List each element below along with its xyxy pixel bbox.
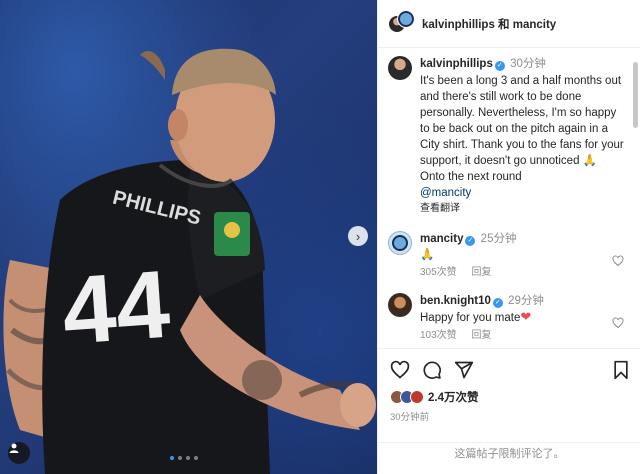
avatar bbox=[410, 390, 424, 404]
comment-time[interactable]: 29分钟 bbox=[508, 295, 544, 307]
post-side-panel: kalvinphillips 和 mancity kalvinphillips ✓… bbox=[377, 0, 640, 474]
caption-text-after: Onto the next round bbox=[420, 171, 522, 183]
collab-avatars[interactable] bbox=[388, 9, 415, 37]
avatar[interactable] bbox=[388, 293, 412, 317]
carousel-dot bbox=[186, 456, 190, 460]
caption-username[interactable]: kalvinphillips bbox=[420, 58, 493, 70]
caption-text: It's been a long 3 and a half months out… bbox=[420, 75, 624, 167]
comment-text: Happy for you mate bbox=[420, 312, 521, 324]
caption: kalvinphillips ✓ 30分钟 It's been a long 3 … bbox=[378, 48, 634, 217]
comments-list: kalvinphillips ✓ 30分钟 It's been a long 3 … bbox=[378, 48, 634, 348]
player-illustration: 44 PHILLIPS bbox=[3, 48, 376, 474]
user-tag-button[interactable] bbox=[8, 442, 30, 464]
carousel-dot bbox=[178, 456, 182, 460]
reply-button[interactable]: 回复 bbox=[471, 330, 491, 341]
comment-text: 🙏 bbox=[420, 249, 435, 261]
comment-likes[interactable]: 305次赞 bbox=[420, 267, 457, 278]
post-authors[interactable]: kalvinphillips 和 mancity bbox=[422, 16, 556, 32]
heart-icon[interactable] bbox=[390, 360, 410, 380]
share-icon[interactable] bbox=[454, 360, 474, 380]
comment-icon[interactable] bbox=[422, 360, 442, 380]
post-timestamp[interactable]: 30分钟前 bbox=[390, 409, 631, 423]
list-item: mancity ✓ 25分钟 🙏 305次赞 回复 bbox=[378, 217, 634, 281]
comment-time[interactable]: 25分钟 bbox=[481, 233, 517, 245]
comment-username[interactable]: ben.knight10 bbox=[420, 295, 491, 307]
liker-avatars[interactable] bbox=[390, 390, 424, 404]
translate-link[interactable]: 查看翻译 bbox=[420, 201, 624, 217]
post-photo[interactable]: 44 PHILLIPS › bbox=[0, 0, 377, 474]
save-icon[interactable] bbox=[611, 360, 631, 380]
likes-count[interactable]: 2.4万次赞 bbox=[428, 389, 479, 405]
verified-icon: ✓ bbox=[494, 61, 505, 71]
chevron-right-icon: › bbox=[355, 228, 361, 244]
caption-emoji: 🙏 bbox=[582, 155, 598, 167]
user-tag-icon bbox=[9, 443, 19, 453]
heart-icon[interactable] bbox=[612, 317, 624, 329]
avatar[interactable] bbox=[388, 231, 412, 255]
caption-mention[interactable]: @mancity bbox=[420, 185, 624, 201]
carousel-dot bbox=[170, 456, 174, 460]
post-actions: 2.4万次赞 30分钟前 bbox=[378, 348, 640, 423]
heart-icon[interactable] bbox=[612, 255, 624, 267]
comment-likes[interactable]: 103次赞 bbox=[420, 330, 457, 341]
carousel-next-button[interactable]: › bbox=[348, 226, 368, 246]
post-header: kalvinphillips 和 mancity bbox=[378, 0, 640, 48]
verified-icon: ✓ bbox=[465, 236, 476, 246]
reply-button[interactable]: 回复 bbox=[471, 267, 491, 278]
carousel-dot bbox=[194, 456, 198, 460]
avatar[interactable] bbox=[397, 9, 415, 28]
list-item: ben.knight10 ✓ 29分钟 Happy for you mate ❤ 1… bbox=[378, 281, 634, 344]
verified-icon: ✓ bbox=[492, 298, 503, 308]
comment-emoji: ❤ bbox=[520, 309, 532, 324]
comment-username[interactable]: mancity bbox=[420, 233, 463, 245]
carousel-dots bbox=[170, 456, 198, 460]
scrollbar[interactable] bbox=[633, 62, 638, 128]
avatar[interactable] bbox=[388, 56, 412, 80]
comments-disabled-notice: 这篇帖子限制评论了。 bbox=[378, 442, 640, 474]
caption-time[interactable]: 30分钟 bbox=[510, 58, 546, 70]
jersey-number: 44 bbox=[59, 251, 173, 365]
